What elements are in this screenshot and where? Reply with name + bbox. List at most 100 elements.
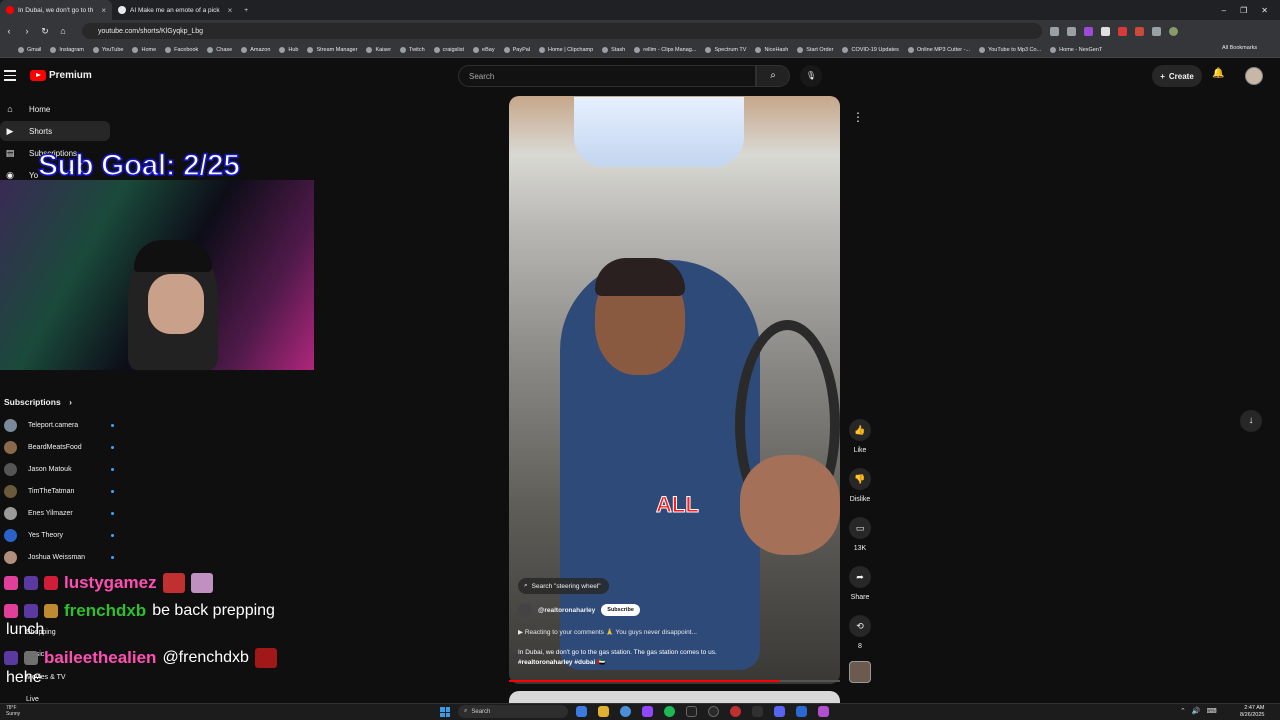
twitch-icon[interactable] — [642, 706, 653, 717]
bookmark-item[interactable]: craigslist — [433, 46, 464, 53]
home-button-icon[interactable]: ⌂ — [54, 26, 72, 36]
subscription-item[interactable]: BeardMeatsFood — [4, 439, 114, 455]
more-options-icon[interactable]: ⋮ — [852, 110, 864, 124]
video-description[interactable]: In Dubai, we don't go to the gas station… — [518, 648, 818, 668]
subscriptions-heading[interactable]: Subscriptions › — [4, 397, 72, 407]
video-progress-bar[interactable] — [509, 680, 840, 682]
file-explorer-icon[interactable] — [598, 706, 609, 717]
subscription-item[interactable]: Joshua Weissman — [4, 549, 114, 565]
voice-search-button[interactable]: 🎙 — [800, 65, 822, 87]
subscription-item[interactable]: Enes Yilmazer — [4, 505, 114, 521]
reload-icon[interactable]: ↻ — [36, 26, 54, 37]
spotify-icon[interactable] — [664, 706, 675, 717]
profile-icon[interactable] — [1169, 26, 1178, 36]
bookmark-item[interactable]: Home — [132, 46, 156, 53]
url-field[interactable]: youtube.com/shorts/KlGyqkp_Lbg — [82, 23, 1042, 39]
extension-icon[interactable] — [1050, 26, 1059, 36]
bookmark-item[interactable]: Twitch — [400, 46, 425, 53]
like-button[interactable]: 👍 Like — [845, 419, 875, 454]
taskbar-clock[interactable]: 2:47 AM 8/26/2025 — [1240, 705, 1264, 719]
new-tab-button[interactable]: + — [238, 0, 254, 20]
channel-name[interactable]: @realtoronaharley — [538, 607, 595, 614]
bookmark-item[interactable]: rellim - Clips Manag... — [634, 46, 696, 53]
channel-avatar[interactable] — [518, 603, 532, 617]
extensions-puzzle-icon[interactable] — [1152, 26, 1161, 36]
search-button[interactable]: ⌕ — [756, 65, 790, 87]
bookmark-item[interactable]: Gmail — [18, 46, 41, 53]
bookmark-item[interactable]: eBay — [473, 46, 495, 53]
bookmark-item[interactable]: NiceHash — [755, 46, 788, 53]
subscription-item[interactable]: TimTheTatman — [4, 483, 114, 499]
bookmark-item[interactable]: Stream Manager — [307, 46, 357, 53]
notifications-bell-icon[interactable]: 🔔 — [1212, 68, 1224, 79]
bookmark-item[interactable]: Instagram — [50, 46, 84, 53]
bookmark-item[interactable]: Hub — [279, 46, 298, 53]
subscribe-button[interactable]: Subscribe — [601, 604, 640, 616]
dislike-button[interactable]: 👎 Dislike — [845, 468, 875, 503]
search-suggestion-chip[interactable]: ⌕ Search "steering wheel" — [518, 578, 609, 594]
sidebar-item-shorts[interactable]: ▶ Shorts — [0, 121, 110, 141]
menu-hamburger-icon[interactable] — [4, 70, 16, 82]
remix-button[interactable]: ⟲ 8 — [845, 615, 875, 650]
app-icon[interactable] — [818, 706, 829, 717]
bookmark-item[interactable]: YouTube to Mp3 Co... — [979, 46, 1041, 53]
account-avatar[interactable] — [1245, 67, 1263, 85]
minimize-icon[interactable]: – — [1222, 6, 1226, 15]
bookmark-item[interactable]: Spectrum TV — [705, 46, 746, 53]
bookmark-item[interactable]: Amazon — [241, 46, 270, 53]
taskbar-search[interactable]: ⌕ Search — [458, 705, 568, 718]
obs-icon[interactable] — [686, 706, 697, 717]
windows-start-icon[interactable] — [440, 707, 450, 717]
steam-icon[interactable] — [708, 706, 719, 717]
subscription-item[interactable]: Yes Theory — [4, 527, 114, 543]
youtube-premium-logo[interactable]: Premium — [30, 70, 92, 81]
bookmark-item[interactable]: Online MP3 Cutter -... — [907, 46, 970, 53]
bookmark-item[interactable]: YouTube — [92, 46, 123, 53]
subscription-item[interactable]: Teleport.camera — [4, 417, 114, 433]
forward-arrow-icon[interactable]: › — [18, 26, 36, 36]
bookmark-item[interactable]: PayPal — [503, 46, 530, 53]
bookmark-item[interactable]: Kaiser — [366, 46, 391, 53]
extension-icon[interactable] — [1101, 26, 1110, 36]
maximize-icon[interactable]: ❐ — [1240, 6, 1247, 15]
extension-icon[interactable] — [1118, 26, 1127, 36]
bookmark-item[interactable]: Chase — [207, 46, 232, 53]
bookmark-item[interactable]: Stash — [602, 46, 625, 53]
subscription-item[interactable]: Jason Matouk — [4, 461, 114, 477]
browser-tab-active[interactable]: In Dubai, we don't go to th × — [0, 0, 112, 20]
extension-icon[interactable] — [1067, 26, 1076, 36]
close-tab-icon[interactable]: × — [228, 6, 233, 15]
bookmark-label: Start Order — [806, 46, 834, 53]
back-arrow-icon[interactable]: ‹ — [0, 26, 18, 36]
bookmark-item[interactable]: COVID-19 Updates — [842, 46, 899, 53]
sidebar-item-home[interactable]: ⌂ Home — [0, 99, 110, 119]
next-video-arrow-icon[interactable]: ↓ — [1240, 410, 1262, 432]
browser-tab-ai[interactable]: AI Make me an emote of a pick × — [112, 0, 238, 20]
sound-thumbnail[interactable] — [849, 661, 871, 683]
chrome-icon[interactable] — [620, 706, 631, 717]
create-button[interactable]: + Create — [1152, 65, 1202, 87]
reacting-to-comments-link[interactable]: ▶ Reacting to your comments 🙏 You guys n… — [518, 628, 697, 636]
extension-icon[interactable] — [1135, 26, 1144, 36]
app-icon[interactable] — [796, 706, 807, 717]
app-icon[interactable] — [752, 706, 763, 717]
close-tab-icon[interactable]: × — [101, 6, 106, 15]
app-icon[interactable] — [730, 706, 741, 717]
hashtags[interactable]: #realtoronaharley #dubai 🇦🇪 — [518, 658, 818, 668]
bookmark-item[interactable]: Home - NexGenT — [1050, 46, 1102, 53]
system-tray[interactable]: ⌃🔊⌨ — [1180, 707, 1223, 715]
bookmark-item[interactable]: Start Order — [797, 46, 834, 53]
all-bookmarks-link[interactable]: All Bookmarks — [1222, 45, 1257, 51]
extension-icon[interactable] — [1084, 26, 1093, 36]
task-view-icon[interactable] — [576, 706, 587, 717]
close-window-icon[interactable]: ✕ — [1261, 6, 1268, 15]
share-button[interactable]: ➦ Share — [845, 566, 875, 601]
next-short-preview[interactable] — [509, 691, 840, 703]
discord-icon[interactable] — [774, 706, 785, 717]
search-input[interactable]: Search — [458, 65, 756, 87]
bookmark-item[interactable]: Home | Clipchamp — [539, 46, 593, 53]
sidebar-item-live[interactable]: Live — [26, 696, 39, 703]
weather-widget[interactable]: 78°F Sunny — [6, 705, 20, 717]
bookmark-item[interactable]: Facebook — [165, 46, 198, 53]
comments-button[interactable]: ▭ 13K — [845, 517, 875, 552]
